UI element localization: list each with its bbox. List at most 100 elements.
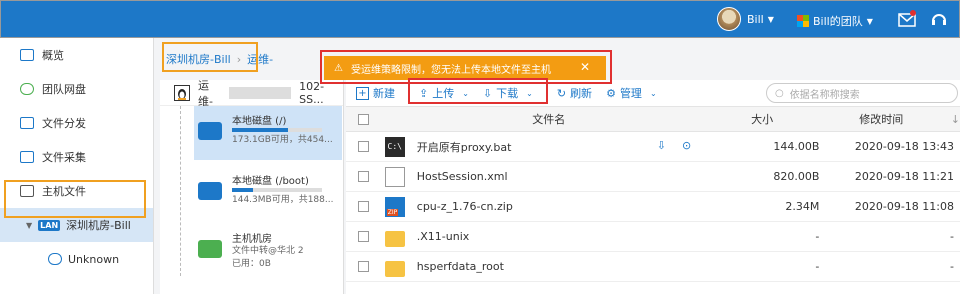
table-row[interactable]: cpu-z_1.76-cn.zip 2.34M 2020-09-18 11:08	[346, 192, 960, 222]
lan-badge: LAN	[38, 219, 61, 231]
refresh-icon: ↻	[556, 86, 567, 100]
disk-usage-bar	[232, 128, 322, 132]
overview-icon	[20, 49, 34, 61]
folder-icon	[384, 230, 405, 247]
search-placeholder: 依据名称称搜索	[789, 89, 860, 101]
team-logo-icon	[797, 15, 809, 27]
avatar	[717, 7, 741, 31]
search-icon: ○	[775, 87, 784, 99]
more-options-icon[interactable]: ⊙	[682, 139, 691, 152]
col-header-time[interactable]: 修改时间	[812, 111, 951, 127]
sidebar-item-label: 团队网盘	[42, 83, 86, 96]
file-time: -	[950, 230, 954, 243]
sidebar-item-distribute[interactable]: 文件分发	[0, 106, 153, 140]
file-list-panel: + 新建 ⇪ 上传 ⌄ ⇩ 下载 ⌄ ↻ 刷新 ⚙ 管理 ⌄ ○ 依据名称称搜索 文件名 大小 修…	[346, 80, 960, 294]
chevron-down-icon: ▼	[866, 16, 873, 26]
tree-line	[180, 106, 181, 276]
host-group-label: 深圳机房-Bill	[66, 219, 131, 232]
file-name[interactable]: .X11-unix	[417, 230, 470, 243]
file-size: 2.34M	[785, 200, 820, 213]
sidebar-item-collect[interactable]: 文件采集	[0, 140, 153, 174]
disk-info: 173.1GB可用，共454...	[232, 135, 333, 145]
new-button[interactable]: + 新建	[356, 85, 395, 101]
cloud-icon	[20, 83, 34, 95]
disk-name: 本地磁盘 (/)	[232, 116, 287, 127]
table-header: 文件名 大小 修改时间 ↓	[346, 106, 960, 132]
highlight-box	[408, 78, 548, 104]
zip-file-icon	[384, 196, 405, 217]
search-input[interactable]: ○ 依据名称称搜索	[766, 83, 958, 103]
document-file-icon	[384, 166, 405, 187]
file-name[interactable]: HostSession.xml	[417, 170, 508, 183]
manage-button[interactable]: ⚙ 管理 ⌄	[606, 85, 657, 101]
file-size: -	[815, 230, 820, 243]
sidebar-item-team-drive[interactable]: 团队网盘	[0, 72, 153, 106]
row-checkbox[interactable]	[358, 201, 369, 212]
host-node-icon	[198, 240, 222, 258]
redacted-block	[229, 86, 292, 99]
gear-icon: ⚙	[606, 86, 616, 100]
plus-icon: +	[356, 86, 369, 100]
sidebar-item-label: 文件分发	[42, 117, 86, 130]
distribute-icon	[20, 117, 34, 129]
host-node[interactable]: 主机机房 文件中转@华北 2 已用：0B	[194, 224, 342, 284]
message-icon[interactable]	[897, 9, 917, 29]
file-size: 144.00B	[773, 140, 820, 153]
table-row[interactable]: hsperfdata_root - -	[346, 252, 960, 282]
highlight-box	[4, 180, 146, 218]
top-bar: Bill ▼ Bill的团队 ▼	[0, 0, 960, 38]
sort-icon[interactable]: ↓	[951, 113, 960, 126]
chevron-down-icon: ⌄	[649, 88, 657, 98]
select-all-checkbox[interactable]	[358, 113, 369, 125]
disk-icon	[198, 122, 222, 140]
table-row[interactable]: HostSession.xml 820.00B 2020-09-18 11:21	[346, 162, 960, 192]
file-time: 2020-09-18 11:21	[854, 170, 954, 183]
sidebar-item-label: 文件采集	[42, 151, 86, 164]
file-size: 820.00B	[773, 170, 820, 183]
host-node-usage: 已用：0B	[232, 259, 271, 269]
host-icon	[48, 253, 62, 265]
row-checkbox[interactable]	[358, 261, 369, 272]
sidebar: 概览 团队网盘 文件分发 文件采集 主机文件 ▼ LAN 深圳机房-Bill Unk…	[0, 38, 154, 294]
sidebar-item-overview[interactable]: 概览	[0, 38, 153, 72]
highlight-box	[162, 42, 258, 72]
table-row[interactable]: .X11-unix - -	[346, 222, 960, 252]
disk-icon	[198, 182, 222, 200]
row-checkbox[interactable]	[358, 171, 369, 182]
disk-boot[interactable]: 本地磁盘 (/boot) 144.3MB可用，共188...	[194, 166, 342, 220]
file-name[interactable]: cpu-z_1.76-cn.zip	[417, 200, 513, 213]
user-menu[interactable]: Bill ▼	[717, 7, 774, 31]
collect-icon	[20, 151, 34, 163]
file-name[interactable]: 开启原有proxy.bat	[417, 139, 512, 155]
new-label: 新建	[373, 87, 395, 100]
disk-root[interactable]: 本地磁盘 (/) 173.1GB可用，共454...	[194, 106, 342, 160]
team-menu[interactable]: Bill的团队 ▼	[797, 13, 873, 29]
file-time: 2020-09-18 13:43	[854, 140, 954, 153]
refresh-button[interactable]: ↻ 刷新	[557, 85, 592, 101]
linux-icon	[174, 84, 190, 101]
host-panel: 运维- 102-SS... 本地磁盘 (/) 173.1GB可用，共454...…	[160, 78, 344, 294]
terminal-file-icon: C:\	[384, 136, 405, 157]
headset-icon[interactable]	[929, 9, 949, 29]
file-name[interactable]: hsperfdata_root	[417, 260, 504, 273]
host-label: 运维-	[198, 78, 213, 108]
folder-icon	[384, 260, 405, 277]
host-panel-header[interactable]: 运维- 102-SS...	[160, 78, 343, 108]
disk-info: 144.3MB可用，共188...	[232, 195, 334, 205]
col-header-size[interactable]: 大小	[713, 111, 812, 127]
row-checkbox[interactable]	[358, 141, 369, 152]
row-checkbox[interactable]	[358, 231, 369, 242]
team-name: Bill的团队	[813, 15, 863, 28]
download-icon[interactable]: ⇩	[657, 139, 666, 152]
host-item-label: Unknown	[68, 252, 120, 266]
col-header-name[interactable]: 文件名	[385, 111, 713, 127]
table-row[interactable]: C:\ 开启原有proxy.bat ⇩ ⊙ 144.00B 2020-09-18 1…	[346, 132, 960, 162]
host-node-location: 文件中转@华北 2	[232, 246, 304, 256]
chevron-down-icon: ▼	[26, 220, 33, 230]
disk-name: 本地磁盘 (/boot)	[232, 176, 309, 187]
file-time: -	[950, 260, 954, 273]
sidebar-host-item[interactable]: Unknown	[0, 242, 153, 276]
manage-label: 管理	[619, 87, 642, 100]
disk-usage-bar	[232, 188, 322, 192]
host-node-name: 主机机房	[232, 234, 272, 245]
